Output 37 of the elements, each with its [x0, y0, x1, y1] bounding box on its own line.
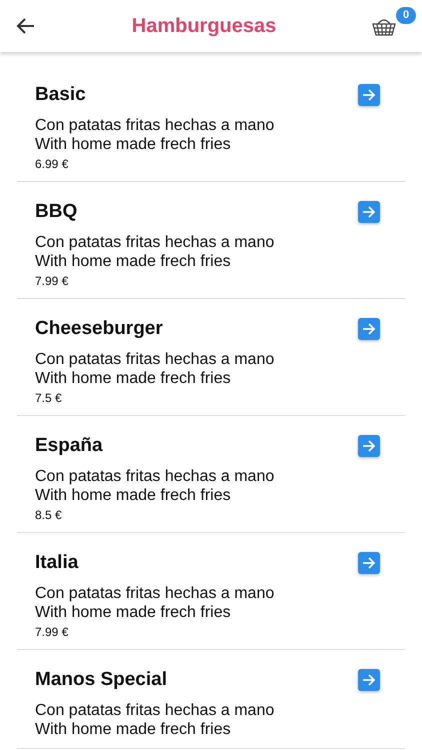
arrow-button[interactable]	[358, 318, 380, 340]
product-price: 7.5 €	[35, 390, 63, 406]
product-description: Con patatas fritas hechas a mano	[35, 233, 276, 252]
product-name: Italia	[35, 551, 78, 575]
product-price: 8.5 €	[35, 507, 63, 523]
arrow-button[interactable]	[358, 84, 380, 106]
arrow-right-icon	[362, 206, 376, 218]
product-description: With home made frech fries	[35, 135, 232, 154]
product-description: Con patatas fritas hechas a mano	[35, 116, 276, 135]
product-price: 6.99 €	[35, 156, 70, 172]
product-name: España	[35, 434, 103, 458]
product-description: With home made frech fries	[35, 720, 232, 739]
product-name: Cheeseburger	[35, 317, 163, 341]
product-description: With home made frech fries	[35, 603, 232, 622]
product-description: Con patatas fritas hechas a mano	[35, 350, 276, 369]
arrow-right-icon	[362, 674, 376, 686]
arrow-button[interactable]	[358, 435, 380, 457]
product-description: Con patatas fritas hechas a mano	[35, 701, 276, 720]
product-description: With home made frech fries	[35, 486, 232, 505]
arrow-right-icon	[362, 440, 376, 452]
arrow-right-icon	[362, 323, 376, 335]
cart-count-badge: 0	[396, 7, 416, 24]
product-description: With home made frech fries	[35, 252, 232, 271]
arrow-button[interactable]	[358, 201, 380, 223]
arrow-button[interactable]	[358, 552, 380, 574]
product-price: 7.99 €	[35, 624, 70, 640]
product-price: 7.99 €	[35, 273, 70, 289]
page-title: Hamburguesas	[132, 14, 276, 39]
product-description: Con patatas fritas hechas a mano	[35, 584, 276, 603]
arrow-right-icon	[362, 89, 376, 101]
product-description: Con patatas fritas hechas a mano	[35, 467, 276, 486]
product-description: With home made frech fries	[35, 369, 232, 388]
arrow-right-icon	[362, 557, 376, 569]
product-name: BBQ	[35, 200, 78, 224]
arrow-button[interactable]	[358, 669, 380, 691]
product-name: Basic	[35, 83, 86, 107]
product-name: Manos Special	[35, 668, 167, 692]
